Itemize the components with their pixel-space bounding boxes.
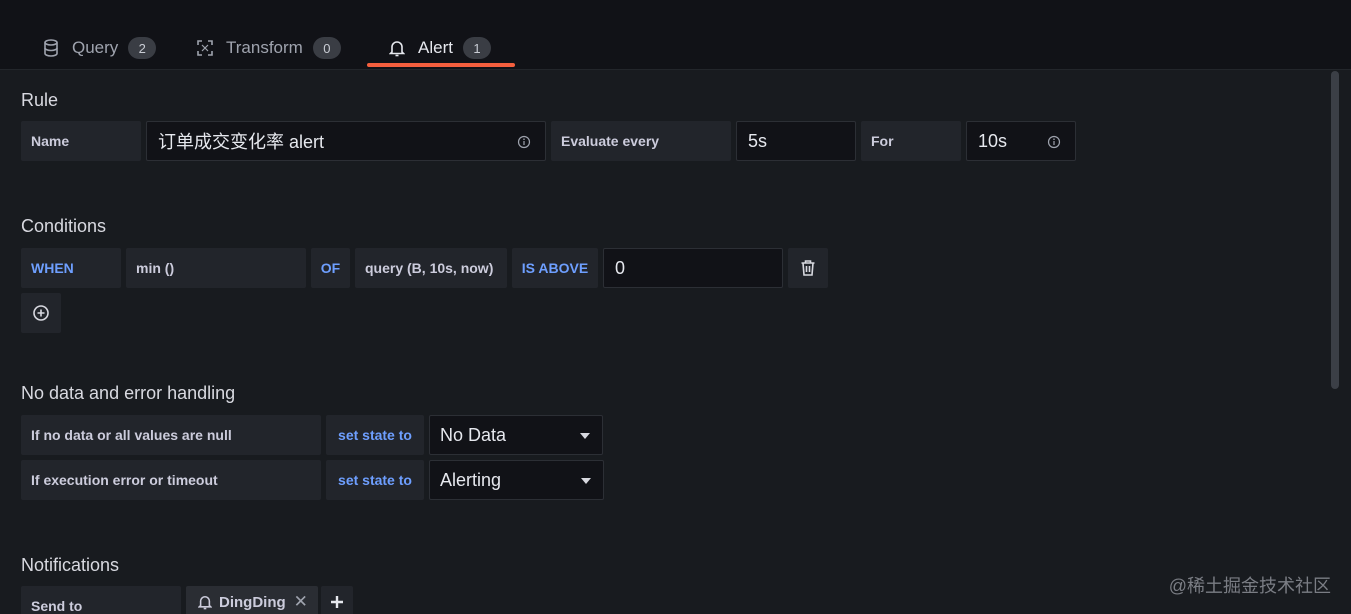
- tab-alert[interactable]: Alert 1: [388, 30, 491, 66]
- tab-transform[interactable]: Transform 0: [196, 30, 341, 66]
- remove-channel-icon[interactable]: ✕: [294, 592, 308, 612]
- conditions-section-title: Conditions: [21, 216, 107, 236]
- of-keyword: OF: [311, 248, 350, 288]
- nodata-label: If no data or all values are null: [21, 415, 321, 455]
- rule-name-input[interactable]: 订单成交变化率 alert: [146, 121, 546, 161]
- bell-icon: [388, 39, 406, 57]
- nodata-state-value: No Data: [440, 424, 507, 445]
- error-label: If execution error or timeout: [21, 460, 321, 500]
- evaluate-every-value: 5s: [748, 130, 768, 151]
- tab-query[interactable]: Query 2: [42, 30, 157, 66]
- nodata-set-state-label: set state to: [326, 415, 424, 455]
- tab-query-count: 2: [128, 37, 157, 59]
- info-icon[interactable]: [517, 135, 531, 149]
- evaluator-select[interactable]: IS ABOVE: [512, 248, 598, 288]
- error-state-select[interactable]: Alerting: [429, 460, 604, 500]
- evaluate-every-input[interactable]: 5s: [736, 121, 856, 161]
- for-value: 10s: [978, 130, 1008, 151]
- nodata-section-title: No data and error handling: [21, 383, 236, 403]
- tab-alert-label: Alert: [418, 38, 453, 57]
- rule-name-value: 订单成交变化率 alert: [158, 132, 325, 152]
- caret-down-icon: [581, 478, 591, 484]
- channel-name: DingDing: [219, 593, 286, 611]
- error-state-value: Alerting: [440, 469, 502, 490]
- editor-tab-bar: Query 2 Transform 0 Alert 1: [0, 0, 1351, 70]
- name-label: Name: [21, 121, 141, 161]
- tab-query-label: Query: [72, 38, 119, 57]
- error-set-state-label: set state to: [326, 460, 424, 500]
- nodata-state-select[interactable]: No Data: [429, 415, 603, 455]
- plus-icon: [331, 596, 343, 608]
- watermark: @稀土掘金技术社区: [1168, 576, 1331, 596]
- tab-transform-count: 0: [312, 37, 341, 59]
- when-keyword: WHEN: [21, 248, 121, 288]
- send-to-label: Send to: [21, 586, 181, 614]
- evaluate-every-label: Evaluate every: [551, 121, 731, 161]
- delete-condition-button[interactable]: [788, 248, 828, 288]
- reducer-select[interactable]: min (): [126, 248, 306, 288]
- notifications-section-title: Notifications: [21, 555, 120, 575]
- caret-down-icon: [580, 433, 590, 439]
- active-tab-indicator: [367, 63, 515, 67]
- threshold-input[interactable]: 0: [603, 248, 783, 288]
- threshold-value: 0: [615, 257, 626, 278]
- rule-section-title: Rule: [21, 90, 59, 110]
- info-icon[interactable]: [1047, 135, 1061, 149]
- plus-circle-icon: [33, 305, 49, 321]
- database-icon: [42, 39, 60, 57]
- query-select[interactable]: query (B, 10s, now): [355, 248, 507, 288]
- for-input[interactable]: 10s: [966, 121, 1076, 161]
- bell-icon: [198, 595, 212, 610]
- add-condition-button[interactable]: [21, 293, 61, 333]
- scrollbar-thumb[interactable]: [1331, 71, 1339, 389]
- notification-channel-chip[interactable]: DingDing ✕: [186, 586, 318, 614]
- transform-icon: [196, 39, 214, 57]
- for-label: For: [861, 121, 961, 161]
- add-notification-button[interactable]: [321, 586, 353, 614]
- trash-icon: [801, 260, 815, 276]
- tab-transform-label: Transform: [226, 38, 303, 57]
- tab-alert-count: 1: [462, 37, 491, 59]
